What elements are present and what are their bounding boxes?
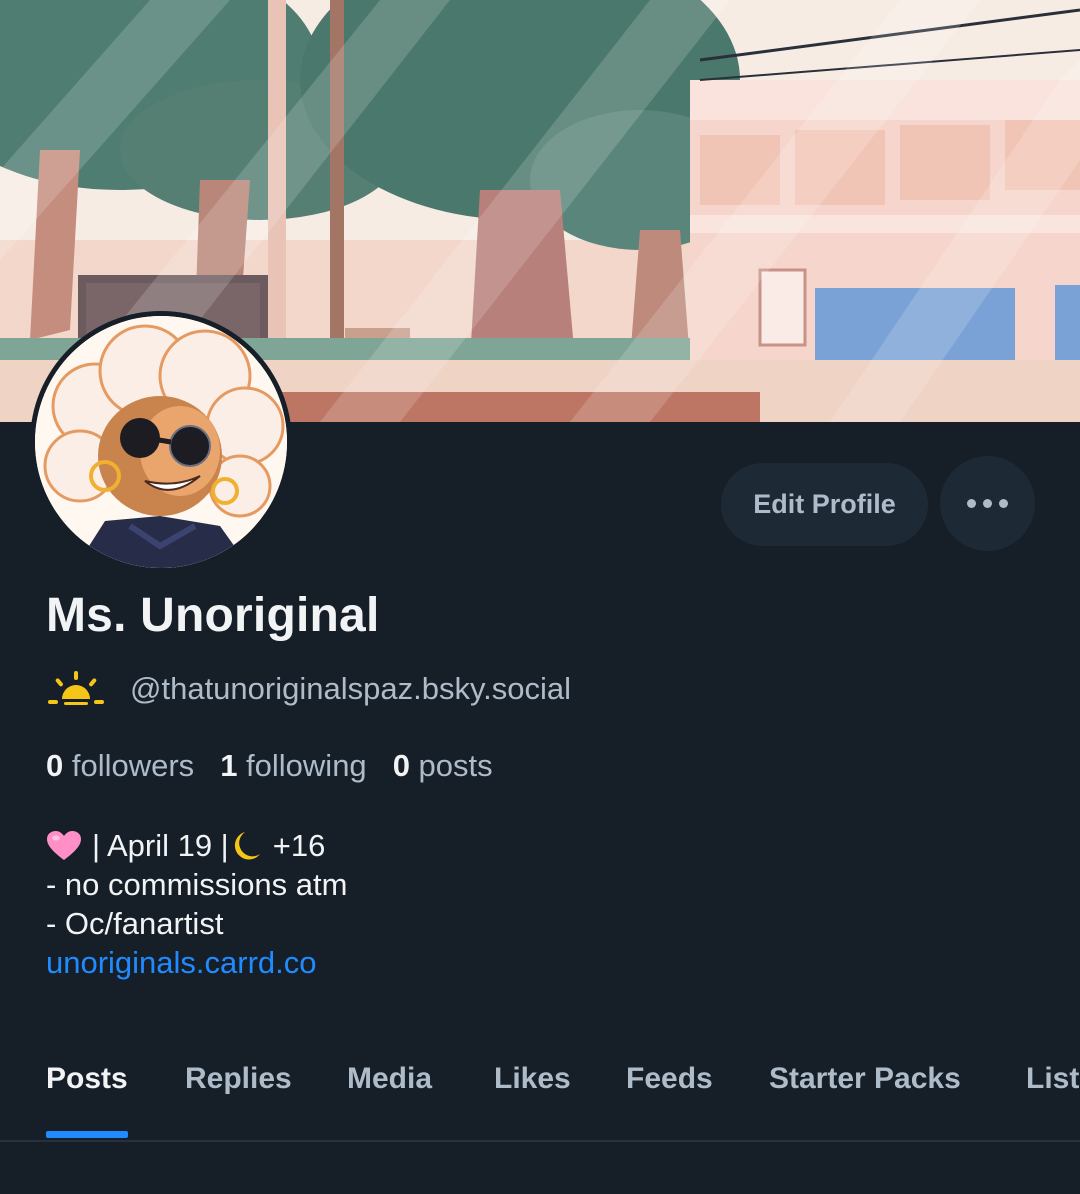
- profile-bio: | April 19 | +16 - no commissions atm - …: [46, 826, 347, 982]
- avatar-image: [35, 316, 287, 568]
- bio-line-3: - Oc/fanartist: [46, 906, 224, 941]
- following-stat[interactable]: 1 following: [220, 748, 367, 784]
- tab-likes[interactable]: Likes: [494, 1062, 571, 1096]
- tab-posts[interactable]: Posts: [46, 1062, 128, 1096]
- active-tab-indicator: [46, 1131, 128, 1138]
- bio-age: +16: [272, 828, 326, 863]
- following-count: 1: [220, 748, 238, 783]
- followers-label: followers: [63, 748, 195, 783]
- profile-tabs: Posts Replies Media Likes Feeds Starter …: [0, 1040, 1080, 1142]
- followers-count: 0: [46, 748, 64, 783]
- following-label: following: [237, 748, 367, 783]
- profile-stats: 0 followers 1 following 0 posts: [46, 748, 519, 784]
- more-dots-icon: [967, 499, 1008, 508]
- tab-feeds[interactable]: Feeds: [626, 1062, 713, 1096]
- avatar[interactable]: [30, 311, 292, 573]
- bio-line-1: | April 19 | +16: [46, 826, 347, 865]
- edit-profile-button[interactable]: Edit Profile: [721, 463, 928, 546]
- tab-lists[interactable]: Lists: [1026, 1062, 1080, 1096]
- sunrise-icon: [48, 671, 104, 705]
- crescent-moon-icon: [234, 831, 260, 859]
- more-options-button[interactable]: [940, 456, 1035, 551]
- pink-heart-icon: [47, 830, 81, 860]
- tab-starter-packs[interactable]: Starter Packs: [769, 1062, 961, 1096]
- profile-page: Edit Profile Ms. Unoriginal @thatunorigi…: [0, 0, 1080, 1194]
- bio-line-2: - no commissions atm: [46, 867, 348, 902]
- followers-stat[interactable]: 0 followers: [46, 748, 194, 784]
- tab-media[interactable]: Media: [347, 1062, 432, 1096]
- bio-link[interactable]: unoriginals.carrd.co: [46, 943, 347, 982]
- posts-stat: 0 posts: [393, 748, 493, 784]
- bio-birthday: | April 19 |: [92, 828, 229, 863]
- handle-row: @thatunoriginalspaz.bsky.social: [46, 666, 571, 712]
- posts-count: 0: [392, 748, 410, 783]
- tab-replies[interactable]: Replies: [185, 1062, 292, 1096]
- handle[interactable]: @thatunoriginalspaz.bsky.social: [130, 671, 571, 707]
- display-name: Ms. Unoriginal: [46, 589, 380, 642]
- posts-label: posts: [409, 748, 493, 783]
